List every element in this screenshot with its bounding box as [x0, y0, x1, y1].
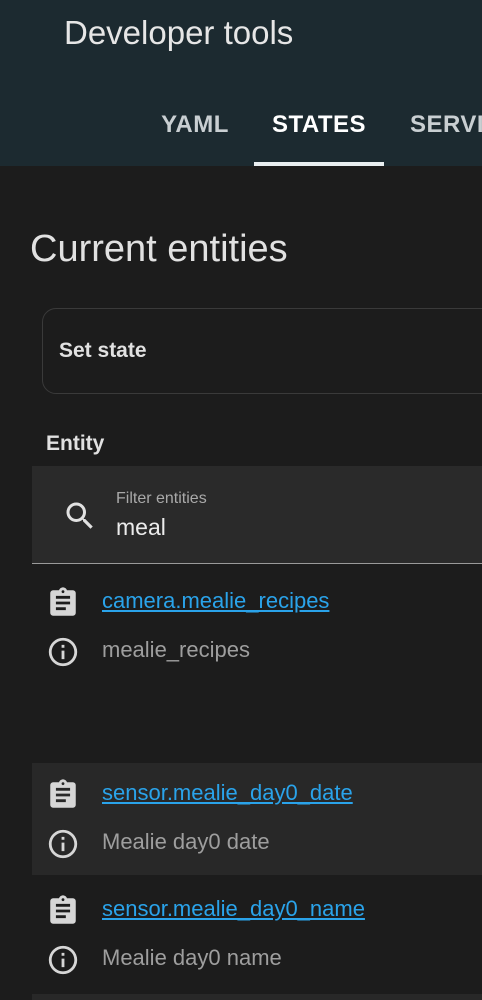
entity-id-link[interactable]: sensor.mealie_day0_name [102, 896, 365, 922]
copy-clipboard-icon[interactable] [46, 586, 80, 620]
entity-friendly-name: Mealie day0 name [102, 945, 282, 970]
next-row-edge [32, 994, 482, 1000]
entity-name-line: Mealie day0 name [32, 945, 482, 975]
copy-clipboard-icon[interactable] [46, 778, 80, 812]
set-state-card[interactable]: Set state [42, 308, 482, 394]
set-state-label: Set state [59, 339, 147, 362]
entity-column-header[interactable]: Entity [46, 432, 104, 456]
filter-label: Filter entities [116, 490, 207, 507]
filter-entities-field[interactable]: Filter entities meal [32, 466, 482, 564]
filter-input[interactable]: meal [116, 514, 166, 541]
entity-friendly-name: mealie_recipes [102, 637, 250, 662]
copy-clipboard-icon[interactable] [46, 894, 80, 928]
entity-id-link[interactable]: camera.mealie_recipes [102, 588, 329, 614]
info-icon[interactable] [46, 635, 80, 669]
entity-id-line: camera.mealie_recipes [32, 586, 482, 620]
main-content: Current entities Set state Entity Filter… [0, 166, 482, 1000]
entity-friendly-name: Mealie day0 date [102, 829, 270, 854]
entity-id-line: sensor.mealie_day0_date [32, 778, 482, 812]
entity-name-line: mealie_recipes [32, 637, 482, 667]
entity-row: sensor.mealie_day0_date Mealie day0 date [32, 763, 482, 875]
entity-name-line: Mealie day0 date [32, 829, 482, 859]
entity-id-line: sensor.mealie_day0_name [32, 894, 482, 928]
tab-bar: YAML STATES SERVIC [0, 86, 482, 166]
app-header: Developer tools YAML STATES SERVIC [0, 0, 482, 166]
search-icon [66, 502, 93, 529]
tab-states[interactable]: STATES [254, 86, 384, 166]
info-icon[interactable] [46, 943, 80, 977]
tab-yaml[interactable]: YAML [150, 86, 240, 166]
entity-id-link[interactable]: sensor.mealie_day0_date [102, 780, 353, 806]
entity-row: sensor.mealie_day0_name Mealie day0 name [32, 879, 482, 991]
app-title: Developer tools [64, 14, 294, 51]
tab-services[interactable]: SERVIC [396, 86, 482, 166]
entity-row: camera.mealie_recipes mealie_recipes [32, 584, 482, 694]
page-title: Current entities [30, 228, 288, 270]
info-icon[interactable] [46, 827, 80, 861]
